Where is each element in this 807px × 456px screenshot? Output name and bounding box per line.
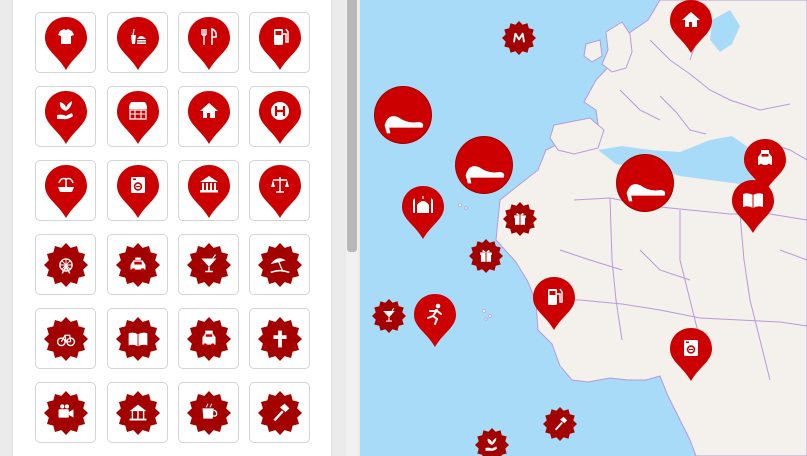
open-book-icon bbox=[115, 316, 160, 361]
palette-scrollbar[interactable] bbox=[346, 0, 358, 456]
museum-icon bbox=[187, 164, 230, 218]
marker-shape bbox=[116, 90, 159, 144]
palette-cell-open-book[interactable] bbox=[107, 308, 168, 369]
coffee-cup-icon bbox=[186, 390, 231, 435]
scrollbar-thumb[interactable] bbox=[347, 0, 357, 252]
palette-cell-museum[interactable] bbox=[178, 160, 239, 221]
palette-cell-laundry[interactable] bbox=[107, 160, 168, 221]
marker-shape bbox=[187, 90, 230, 144]
palette-cell-car-rental[interactable] bbox=[178, 308, 239, 369]
palette-cell-justice-scale[interactable] bbox=[249, 160, 310, 221]
carousel-icon bbox=[115, 390, 160, 435]
palette-cell-bicycle[interactable] bbox=[35, 308, 96, 369]
hammer-icon bbox=[257, 390, 302, 435]
palette-cell-fountain[interactable] bbox=[35, 160, 96, 221]
palette-cell-cocktail[interactable] bbox=[178, 234, 239, 295]
market-stall-icon bbox=[116, 90, 159, 144]
map-marker-shoe-2[interactable] bbox=[455, 136, 513, 194]
marker-shape bbox=[187, 16, 230, 70]
world-map[interactable] bbox=[360, 0, 807, 456]
map-canvas[interactable] bbox=[360, 0, 807, 456]
palette-cell-taxi[interactable] bbox=[107, 234, 168, 295]
icon-palette-panel bbox=[12, 0, 332, 456]
map-marker-shoe-1[interactable] bbox=[374, 86, 432, 144]
palette-cell-tshirt[interactable] bbox=[35, 12, 96, 73]
fuel-station-icon bbox=[258, 16, 301, 70]
fountain-icon bbox=[44, 164, 87, 218]
palette-cell-church-cross[interactable] bbox=[249, 308, 310, 369]
palette-cell-plant-hand[interactable] bbox=[35, 86, 96, 147]
palette-cell-hospital[interactable] bbox=[249, 86, 310, 147]
beach-umbrella-icon bbox=[257, 242, 302, 287]
laundry-icon bbox=[116, 164, 159, 218]
fast-food-icon bbox=[116, 16, 159, 70]
palette-cell-coffee-cup[interactable] bbox=[178, 382, 239, 443]
palette-cell-market-stall[interactable] bbox=[107, 86, 168, 147]
justice-scale-icon bbox=[258, 164, 301, 218]
palette-cell-video-camera[interactable] bbox=[35, 382, 96, 443]
car-rental-icon bbox=[186, 316, 231, 361]
palette-cell-carousel[interactable] bbox=[107, 382, 168, 443]
cocktail-icon bbox=[186, 242, 231, 287]
home-icon bbox=[187, 90, 230, 144]
hospital-icon bbox=[258, 90, 301, 144]
church-cross-icon bbox=[257, 316, 302, 361]
ferris-wheel-icon bbox=[43, 242, 88, 287]
plant-hand-icon bbox=[44, 90, 87, 144]
palette-cell-beach-umbrella[interactable] bbox=[249, 234, 310, 295]
map-marker-shoe-3[interactable] bbox=[616, 154, 674, 212]
bicycle-icon bbox=[43, 316, 88, 361]
restaurant-icon bbox=[187, 16, 230, 70]
palette-cell-fuel-station[interactable] bbox=[249, 12, 310, 73]
taxi-icon bbox=[115, 242, 160, 287]
palette-cell-home[interactable] bbox=[178, 86, 239, 147]
open-book-icon bbox=[743, 193, 763, 208]
palette-cell-hammer[interactable] bbox=[249, 382, 310, 443]
palette-cell-restaurant[interactable] bbox=[178, 12, 239, 73]
tshirt-icon bbox=[44, 16, 87, 70]
laundry-icon bbox=[684, 340, 698, 356]
palette-cell-fast-food[interactable] bbox=[107, 12, 168, 73]
video-camera-icon bbox=[43, 390, 88, 435]
palette-cell-ferris-wheel[interactable] bbox=[35, 234, 96, 295]
